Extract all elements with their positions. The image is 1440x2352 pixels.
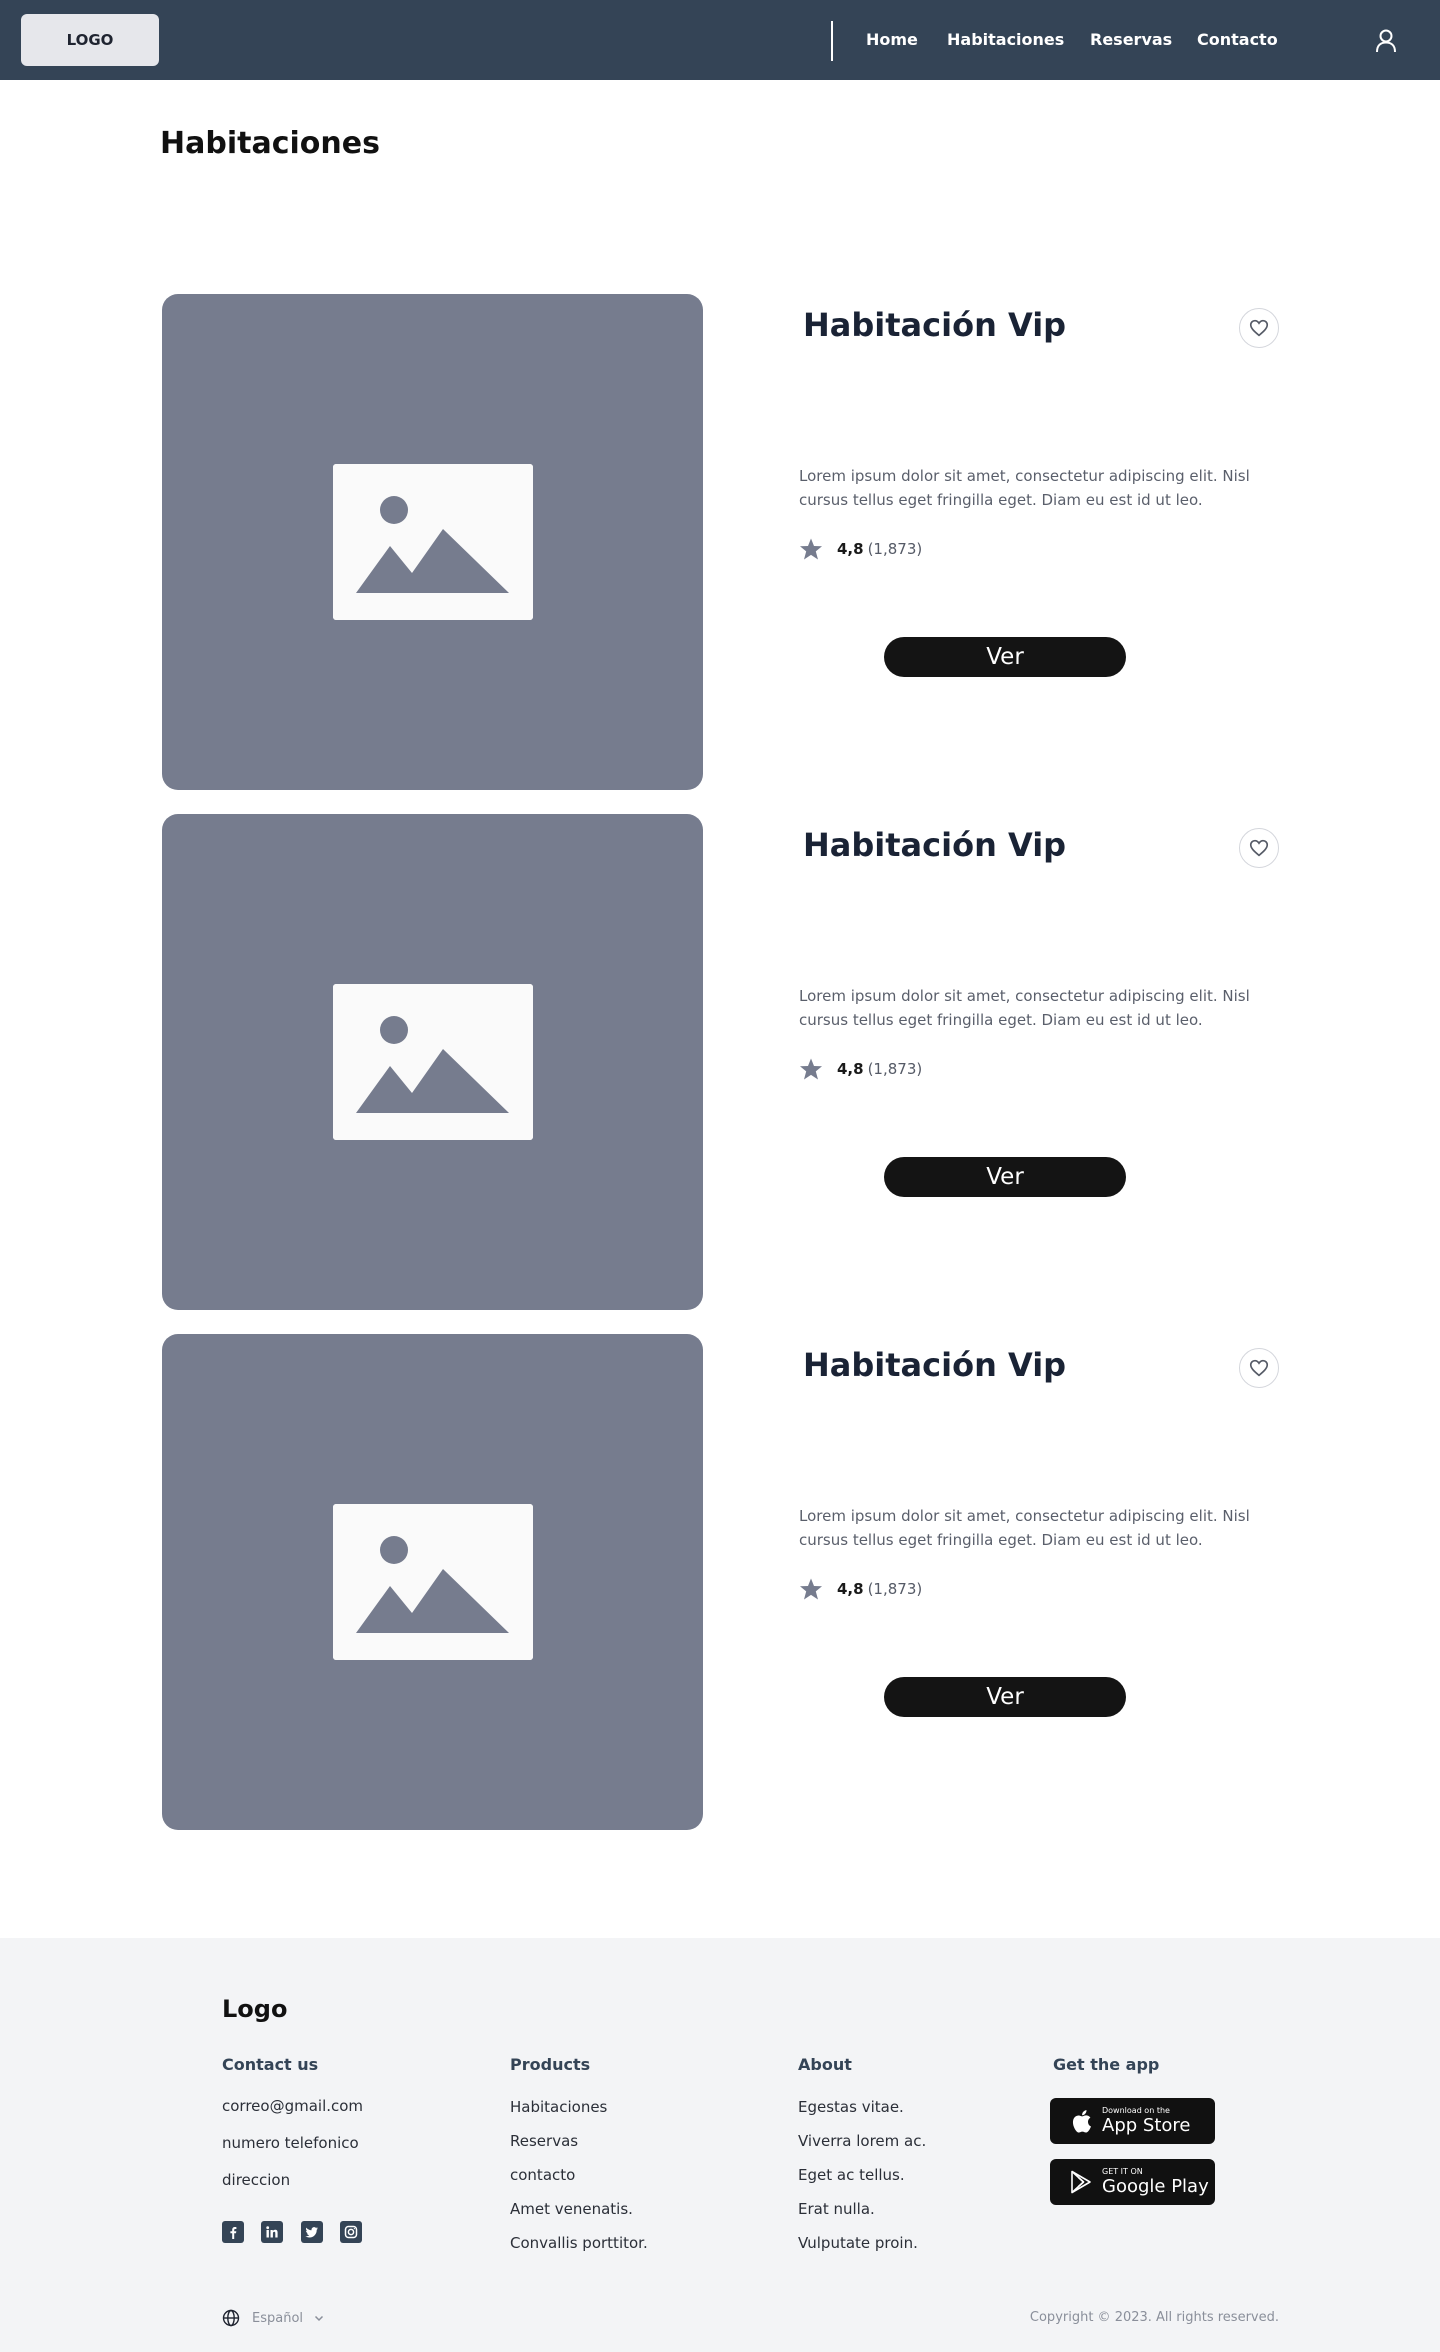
language-selector[interactable]: Español xyxy=(222,2308,325,2328)
footer-logo: Logo xyxy=(222,1995,288,2023)
top-navbar: LOGO Home Habitaciones Reservas Contacto xyxy=(0,0,1440,80)
chevron-down-icon xyxy=(314,2315,324,2322)
nav-divider xyxy=(831,21,833,61)
nav-contacto-link[interactable]: Contacto xyxy=(1197,30,1278,49)
footer-link-egestas[interactable]: Egestas vitae. xyxy=(798,2098,904,2116)
footer-link-convallis[interactable]: Convallis porttitor. xyxy=(510,2234,648,2252)
app-column-title: Get the app xyxy=(1053,2055,1160,2074)
google-play-button[interactable]: GET IT ON Google Play xyxy=(1050,2159,1215,2205)
room-description: Lorem ipsum dolor sit amet, consectetur … xyxy=(799,1507,1250,1549)
footer: Logo Contact us correo@gmail.com numero … xyxy=(0,1938,1440,2352)
footer-link-erat[interactable]: Erat nulla. xyxy=(798,2200,875,2218)
rating-score: 4,8 xyxy=(837,540,864,558)
rating-score: 4,8 xyxy=(837,1580,864,1598)
star-icon xyxy=(800,1058,822,1080)
image-placeholder-icon xyxy=(333,984,533,1140)
room-rating: 4,8 (1,873) xyxy=(799,1056,922,1082)
image-placeholder-icon xyxy=(333,1504,533,1660)
about-column-title: About xyxy=(798,2055,852,2074)
contact-email-link[interactable]: correo@gmail.com xyxy=(222,2097,363,2115)
page: LOGO Home Habitaciones Reservas Contacto… xyxy=(0,0,1440,2352)
apple-icon xyxy=(1072,2110,1091,2133)
language-label: Español xyxy=(252,2310,304,2326)
footer-link-viverra[interactable]: Viverra lorem ac. xyxy=(798,2132,926,2150)
page-title: Habitaciones xyxy=(160,126,380,161)
favorite-button[interactable] xyxy=(1239,308,1279,348)
room-card: Habitación Vip Lorem ipsum dolor sit ame… xyxy=(0,294,1440,790)
facebook-icon[interactable] xyxy=(222,2221,244,2243)
footer-link-habitaciones[interactable]: Habitaciones xyxy=(510,2098,607,2116)
room-rating: 4,8 (1,873) xyxy=(799,536,922,562)
footer-link-eget[interactable]: Eget ac tellus. xyxy=(798,2166,905,2184)
products-column-title: Products xyxy=(510,2055,591,2074)
logo[interactable]: LOGO xyxy=(21,14,159,66)
globe-icon xyxy=(222,2309,240,2327)
nav-home-link[interactable]: Home xyxy=(866,30,918,49)
footer-link-contacto[interactable]: contacto xyxy=(510,2166,575,2184)
room-image xyxy=(162,294,703,790)
footer-link-reservas[interactable]: Reservas xyxy=(510,2132,578,2150)
footer-link-amet[interactable]: Amet venenatis. xyxy=(510,2200,633,2218)
google-play-icon xyxy=(1071,2170,1091,2194)
nav-reservas-link[interactable]: Reservas xyxy=(1090,30,1172,49)
heart-icon xyxy=(1249,1359,1269,1377)
rating-count: (1,873) xyxy=(867,540,923,558)
heart-icon xyxy=(1249,839,1269,857)
app-store-label: App Store xyxy=(1102,2115,1191,2136)
star-icon xyxy=(800,1578,822,1600)
room-description: Lorem ipsum dolor sit amet, consectetur … xyxy=(799,467,1250,509)
favorite-button[interactable] xyxy=(1239,828,1279,868)
image-placeholder-icon xyxy=(333,464,533,620)
room-card: Habitación Vip Lorem ipsum dolor sit ame… xyxy=(0,1334,1440,1830)
copyright: Copyright © 2023. All rights reserved. xyxy=(1029,2310,1279,2325)
room-title: Habitación Vip xyxy=(803,306,1067,344)
star-icon xyxy=(800,538,822,560)
room-rating: 4,8 (1,873) xyxy=(799,1576,922,1602)
linkedin-icon[interactable] xyxy=(261,2221,283,2243)
rating-count: (1,873) xyxy=(867,1060,923,1078)
nav-habitaciones-link[interactable]: Habitaciones xyxy=(947,30,1064,49)
room-title: Habitación Vip xyxy=(803,1346,1067,1384)
contact-address-link[interactable]: direccion xyxy=(222,2171,290,2189)
room-card: Habitación Vip Lorem ipsum dolor sit ame… xyxy=(0,814,1440,1310)
contact-column-title: Contact us xyxy=(222,2055,319,2074)
view-room-button[interactable]: Ver xyxy=(884,637,1126,677)
room-image xyxy=(162,814,703,1310)
room-title: Habitación Vip xyxy=(803,826,1067,864)
favorite-button[interactable] xyxy=(1239,1348,1279,1388)
app-store-caption: Download on the xyxy=(1102,2106,1170,2115)
instagram-icon[interactable] xyxy=(340,2221,362,2243)
contact-phone-link[interactable]: numero telefonico xyxy=(222,2134,359,2152)
rating-score: 4,8 xyxy=(837,1060,864,1078)
heart-icon xyxy=(1249,319,1269,337)
app-store-button[interactable]: Download on the App Store xyxy=(1050,2098,1215,2144)
google-play-caption: GET IT ON xyxy=(1102,2167,1143,2176)
twitter-icon[interactable] xyxy=(301,2221,323,2243)
rating-count: (1,873) xyxy=(867,1580,923,1598)
view-room-button[interactable]: Ver xyxy=(884,1677,1126,1717)
google-play-label: Google Play xyxy=(1102,2176,1209,2197)
room-image xyxy=(162,1334,703,1830)
footer-link-vulputate[interactable]: Vulputate proin. xyxy=(798,2234,918,2252)
user-icon[interactable] xyxy=(1372,27,1400,55)
room-description: Lorem ipsum dolor sit amet, consectetur … xyxy=(799,987,1250,1029)
view-room-button[interactable]: Ver xyxy=(884,1157,1126,1197)
